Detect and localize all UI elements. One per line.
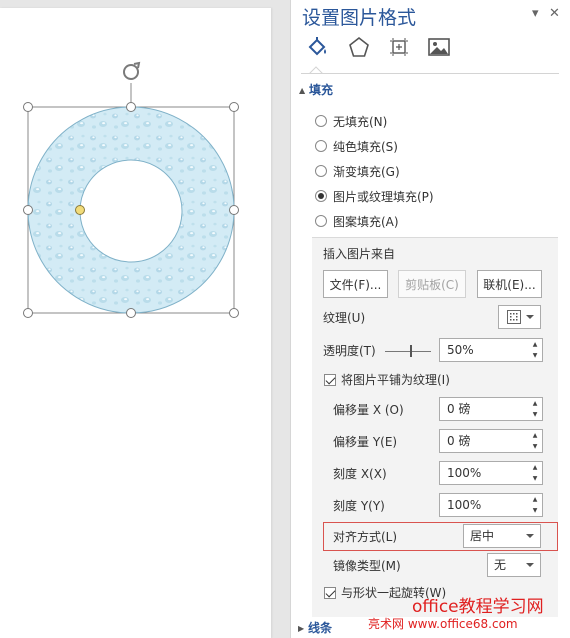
tile-checkbox[interactable] [324,374,336,386]
spin-down-icon[interactable]: ▼ [528,505,542,516]
chevron-down-icon [526,534,534,538]
offset-y-input[interactable]: 0 磅 ▲ ▼ [439,429,543,453]
online-button[interactable]: 联机(E)... [477,270,542,298]
scale-y-input[interactable]: 100% ▲ ▼ [439,493,543,517]
radio-gradient-fill[interactable]: 渐变填充(G) [315,162,400,180]
tab-effects[interactable] [346,34,372,60]
line-section-header[interactable]: ▶ 线条 [298,620,332,637]
radio-indicator [315,165,327,177]
texture-dropdown[interactable] [498,305,541,329]
tab-picture[interactable] [426,34,452,60]
spin-down-icon[interactable]: ▼ [528,473,542,484]
tab-fill-line[interactable] [305,34,331,60]
size-position-icon [390,38,408,56]
alignment-dropdown[interactable]: 居中 [463,524,541,548]
pane-title: 设置图片格式 [302,7,417,29]
radio-solid-fill[interactable]: 纯色填充(S) [315,137,398,155]
radio-picture-texture-fill[interactable]: 图片或纹理填充(P) [315,187,434,205]
alignment-value: 居中 [470,529,495,543]
texture-swatch-icon [507,310,521,324]
watermark-title: office教程学习网 [412,597,544,617]
radio-indicator [315,190,327,202]
watermark-url: 亮术网 www.office68.com [368,617,518,631]
resize-handle-top[interactable] [126,102,136,112]
scale-x-input[interactable]: 100% ▲ ▼ [439,461,543,485]
resize-handle-left[interactable] [23,205,33,215]
radio-pattern-fill[interactable]: 图案填充(A) [315,212,399,230]
spin-up-icon[interactable]: ▲ [528,494,542,505]
insert-picture-from-label: 插入图片来自 [323,247,396,261]
tile-label: 将图片平铺为纹理(I) [341,373,450,387]
scale-x-value: 100% [447,466,482,480]
mirror-type-dropdown[interactable]: 无 [487,553,541,577]
pane-tabs [291,34,570,74]
transparency-input[interactable]: 50% ▲ ▼ [439,338,543,362]
picture-icon [428,38,450,56]
expand-triangle-icon: ▶ [298,624,305,633]
transparency-slider-thumb[interactable] [410,345,412,357]
radio-indicator [315,215,327,227]
spin-up-icon[interactable]: ▲ [528,430,542,441]
scale-x-label: 刻度 X(X) [333,467,387,481]
transparency-slider[interactable] [385,351,431,352]
resize-handle-bottom-right[interactable] [229,308,239,318]
transparency-value: 50% [447,343,474,357]
resize-handle-bottom-left[interactable] [23,308,33,318]
radio-label: 图片或纹理填充(P) [333,189,434,204]
offset-y-label: 偏移量 Y(E) [333,435,398,449]
radio-label: 渐变填充(G) [333,164,400,179]
offset-x-input[interactable]: 0 磅 ▲ ▼ [439,397,543,421]
collapse-triangle-icon: ▲ [299,86,306,95]
chevron-down-icon [526,315,534,319]
resize-handle-right[interactable] [229,205,239,215]
adjust-handle[interactable] [75,205,85,215]
fill-section-header[interactable]: ▲ 填充 [299,82,333,99]
donut-shape[interactable] [0,0,290,340]
file-button[interactable]: 文件(F)... [323,270,388,298]
scale-y-value: 100% [447,498,482,512]
radio-label: 图案填充(A) [333,214,399,229]
fill-section-label: 填充 [309,83,334,97]
resize-handle-top-left[interactable] [23,102,33,112]
spin-down-icon[interactable]: ▼ [528,350,542,361]
offset-y-value: 0 磅 [447,434,471,448]
transparency-label: 透明度(T) [323,344,376,358]
close-icon[interactable]: ✕ [549,6,560,21]
rotate-with-shape-checkbox[interactable] [324,587,336,599]
spin-down-icon[interactable]: ▼ [528,441,542,452]
radio-label: 无填充(N) [333,114,388,129]
chevron-down-icon [526,563,534,567]
resize-handle-top-right[interactable] [229,102,239,112]
mirror-type-label: 镜像类型(M) [333,559,401,573]
mirror-type-value: 无 [494,558,507,572]
resize-handle-bottom[interactable] [126,308,136,318]
radio-indicator [315,115,327,127]
offset-x-value: 0 磅 [447,402,471,416]
clipboard-button: 剪贴板(C) [398,270,466,298]
offset-x-label: 偏移量 X (O) [333,403,404,417]
spin-up-icon[interactable]: ▲ [528,339,542,350]
texture-label: 纹理(U) [323,311,366,325]
spin-up-icon[interactable]: ▲ [528,398,542,409]
line-section-label: 线条 [308,621,333,635]
radio-label: 纯色填充(S) [333,139,398,154]
spin-down-icon[interactable]: ▼ [528,409,542,420]
rotate-handle-icon[interactable] [123,61,141,80]
scale-y-label: 刻度 Y(Y) [333,499,385,513]
spin-up-icon[interactable]: ▲ [528,462,542,473]
document-canvas [0,0,290,638]
tab-divider [301,73,559,74]
pentagon-icon [349,36,369,57]
radio-no-fill[interactable]: 无填充(N) [315,112,387,130]
pane-options-icon[interactable]: ▾ [532,6,539,21]
tab-size-properties[interactable] [386,34,412,60]
alignment-label: 对齐方式(L) [333,530,398,544]
radio-indicator [315,140,327,152]
paint-bucket-icon [308,37,326,56]
